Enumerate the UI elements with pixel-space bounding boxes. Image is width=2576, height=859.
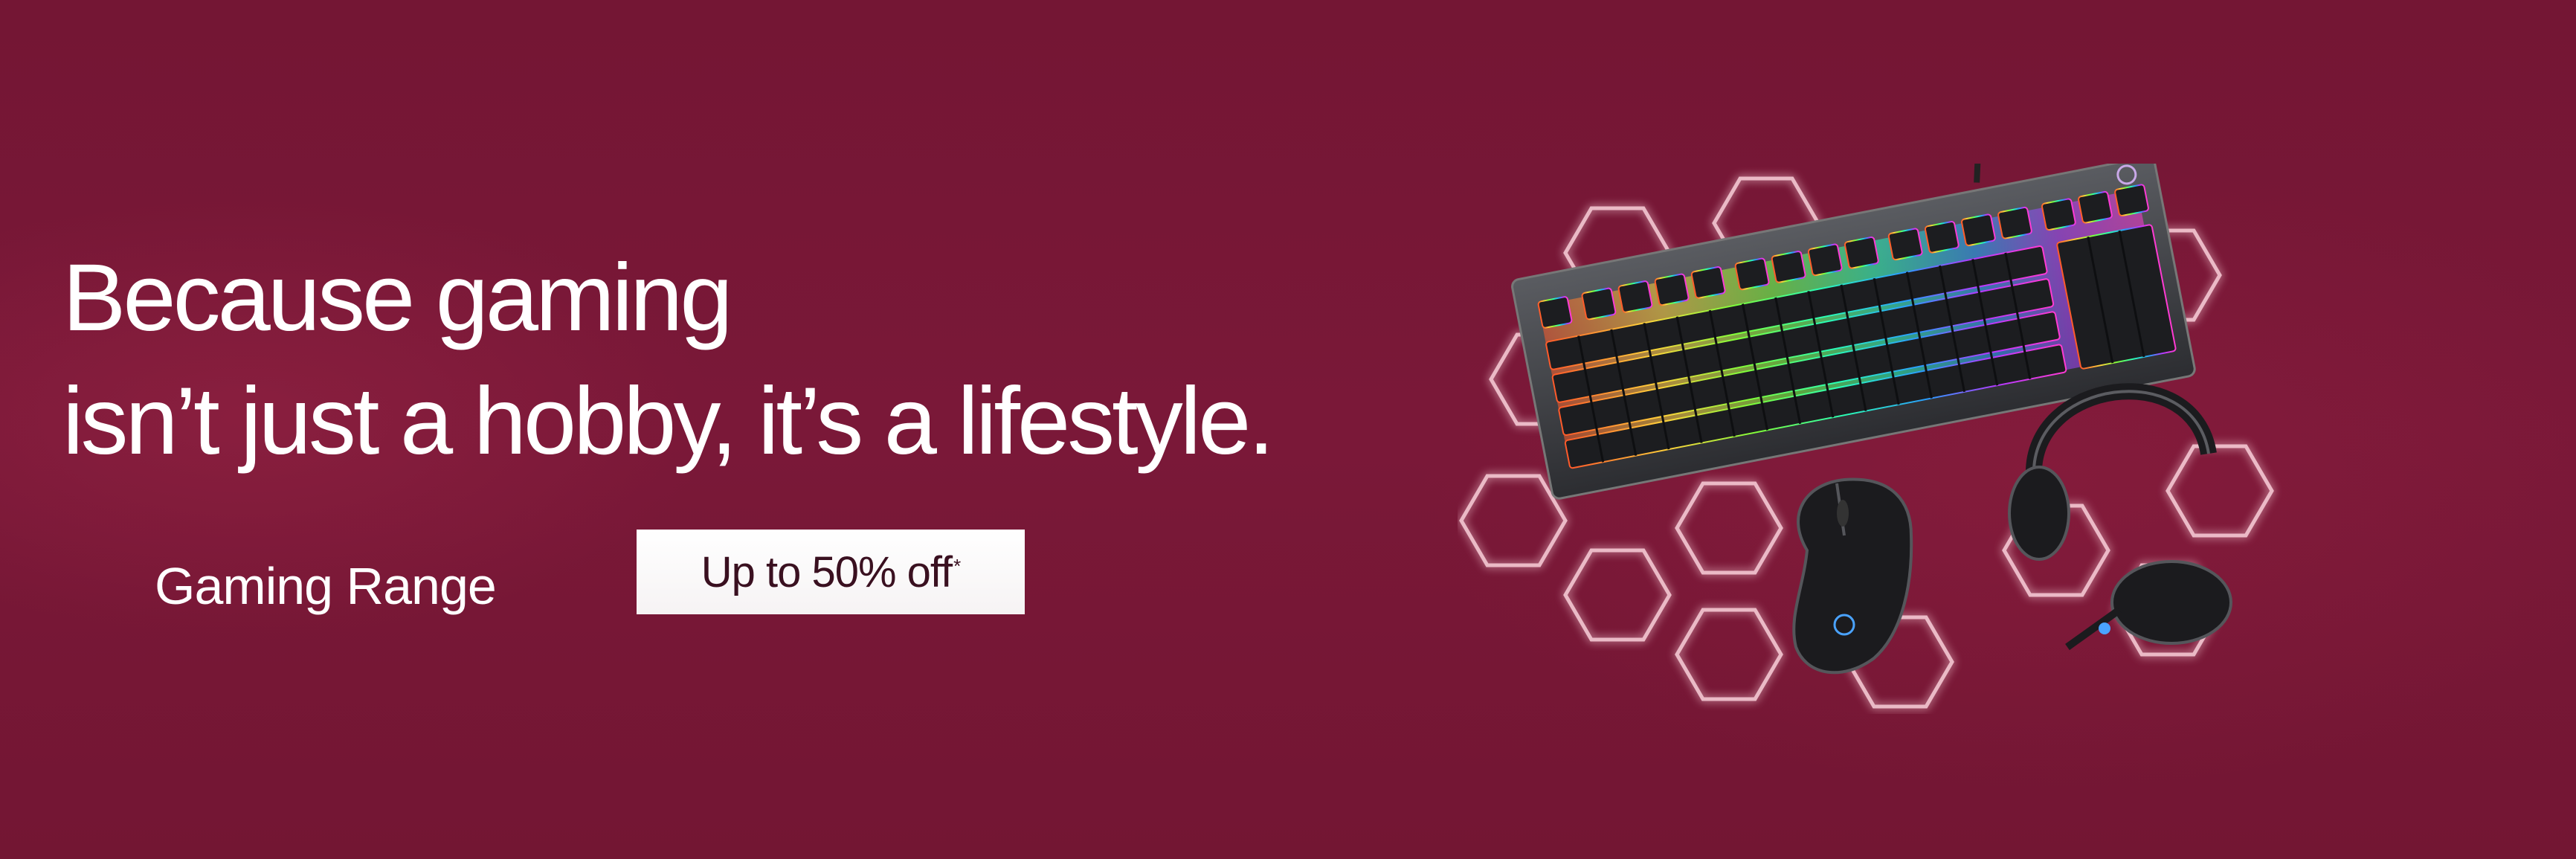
headline: Because gaming isn’t just a hobby, it’s … xyxy=(62,237,1275,483)
offer-button[interactable]: Up to 50% off * xyxy=(637,530,1025,614)
headline-line-2: isn’t just a hobby, it’s a lifestyle. xyxy=(62,368,1275,474)
gaming-range-banner[interactable]: Because gaming isn’t just a hobby, it’s … xyxy=(0,0,2576,859)
headline-line-1: Because gaming xyxy=(62,245,732,351)
offer-asterisk: * xyxy=(953,554,961,577)
gaming-mouse-icon xyxy=(1792,477,1913,675)
gaming-range-label: Gaming Range xyxy=(155,557,497,615)
gaming-keyboard-icon xyxy=(1511,164,2196,500)
gaming-headset-icon xyxy=(2008,383,2232,651)
offer-button-label: Up to 50% off xyxy=(701,547,953,596)
gaming-products-illustration xyxy=(1459,164,2274,709)
